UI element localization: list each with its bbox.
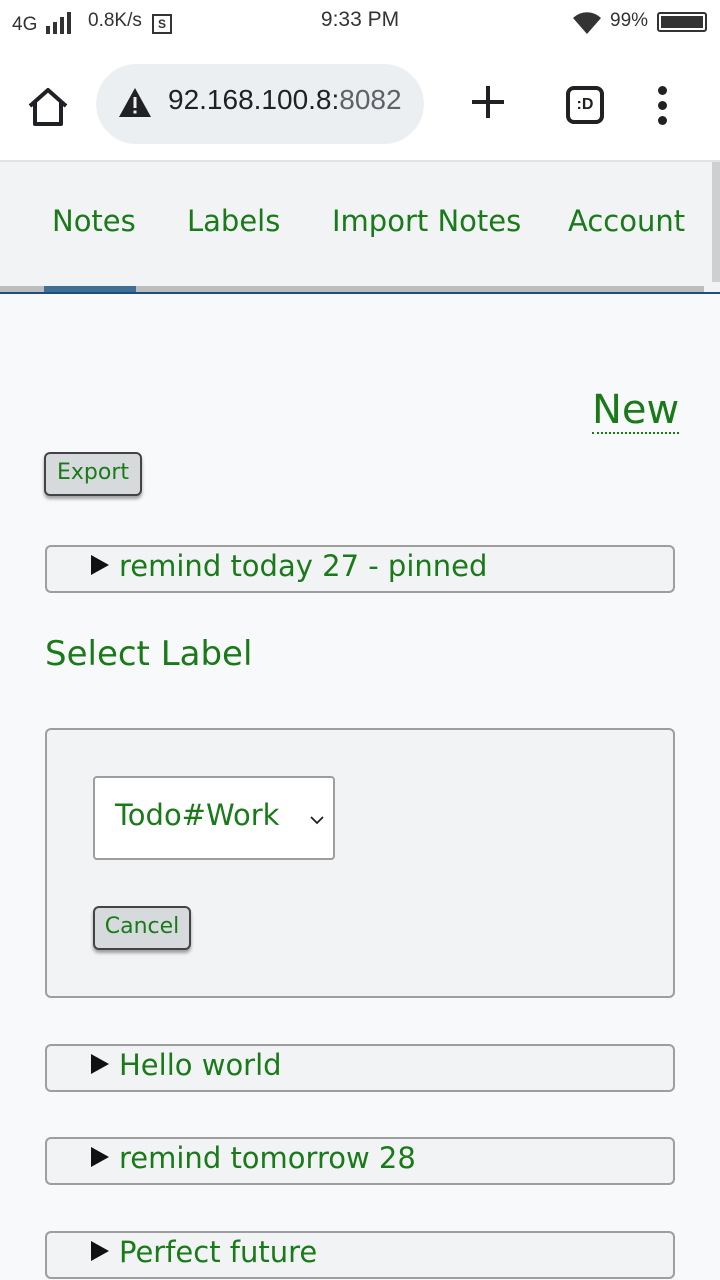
more-menu-icon[interactable] — [656, 86, 672, 126]
label-select-value: Todo#Work — [115, 798, 280, 832]
nav-divider — [0, 292, 720, 294]
note-title: Hello world — [119, 1048, 282, 1082]
nav-vertical-scrollbar[interactable] — [712, 162, 720, 282]
note-title: remind today 27 - pinned — [119, 549, 488, 583]
home-icon[interactable] — [24, 82, 72, 130]
select-label-heading: Select Label — [45, 634, 253, 674]
tab-switcher-icon[interactable]: :D — [566, 86, 604, 124]
url-text[interactable]: 92.168.100.8:8082 — [168, 84, 402, 116]
nav-account[interactable]: Account — [568, 204, 685, 238]
note-item[interactable]: remind tomorrow 28 — [45, 1137, 675, 1185]
note-item[interactable]: Perfect future — [45, 1231, 675, 1279]
battery-percent: 99% — [610, 10, 649, 31]
note-title: remind tomorrow 28 — [119, 1141, 416, 1175]
expand-triangle-icon — [91, 555, 109, 575]
label-select-panel: Todo#Work Cancel — [45, 728, 675, 998]
nav-notes[interactable]: Notes — [52, 204, 136, 238]
label-select[interactable]: Todo#Work — [93, 776, 335, 860]
app-nav: Notes Labels Import Notes Account — [0, 162, 720, 294]
note-item-pinned[interactable]: remind today 27 - pinned — [45, 545, 675, 593]
chevron-down-icon — [310, 816, 324, 825]
url-port: 8082 — [339, 84, 402, 115]
nav-labels[interactable]: Labels — [187, 204, 280, 238]
cancel-button[interactable]: Cancel — [93, 906, 191, 950]
status-bar: 4G 0.8K/s S 9:33 PM 99% — [0, 0, 720, 44]
expand-triangle-icon — [91, 1054, 109, 1074]
url-host: 92.168.100.8: — [168, 84, 340, 115]
note-item[interactable]: Hello world — [45, 1044, 675, 1092]
new-note-link[interactable]: New — [592, 388, 680, 434]
battery-icon — [657, 12, 707, 32]
browser-toolbar: 92.168.100.8:8082 :D — [0, 44, 720, 162]
export-button[interactable]: Export — [44, 452, 142, 496]
nav-import-notes[interactable]: Import Notes — [332, 204, 521, 238]
plus-icon[interactable] — [466, 80, 510, 124]
note-title: Perfect future — [119, 1235, 318, 1269]
address-bar[interactable]: 92.168.100.8:8082 — [96, 64, 424, 144]
expand-triangle-icon — [91, 1241, 109, 1261]
expand-triangle-icon — [91, 1147, 109, 1167]
wifi-icon — [573, 12, 601, 34]
warning-icon[interactable] — [118, 86, 152, 120]
